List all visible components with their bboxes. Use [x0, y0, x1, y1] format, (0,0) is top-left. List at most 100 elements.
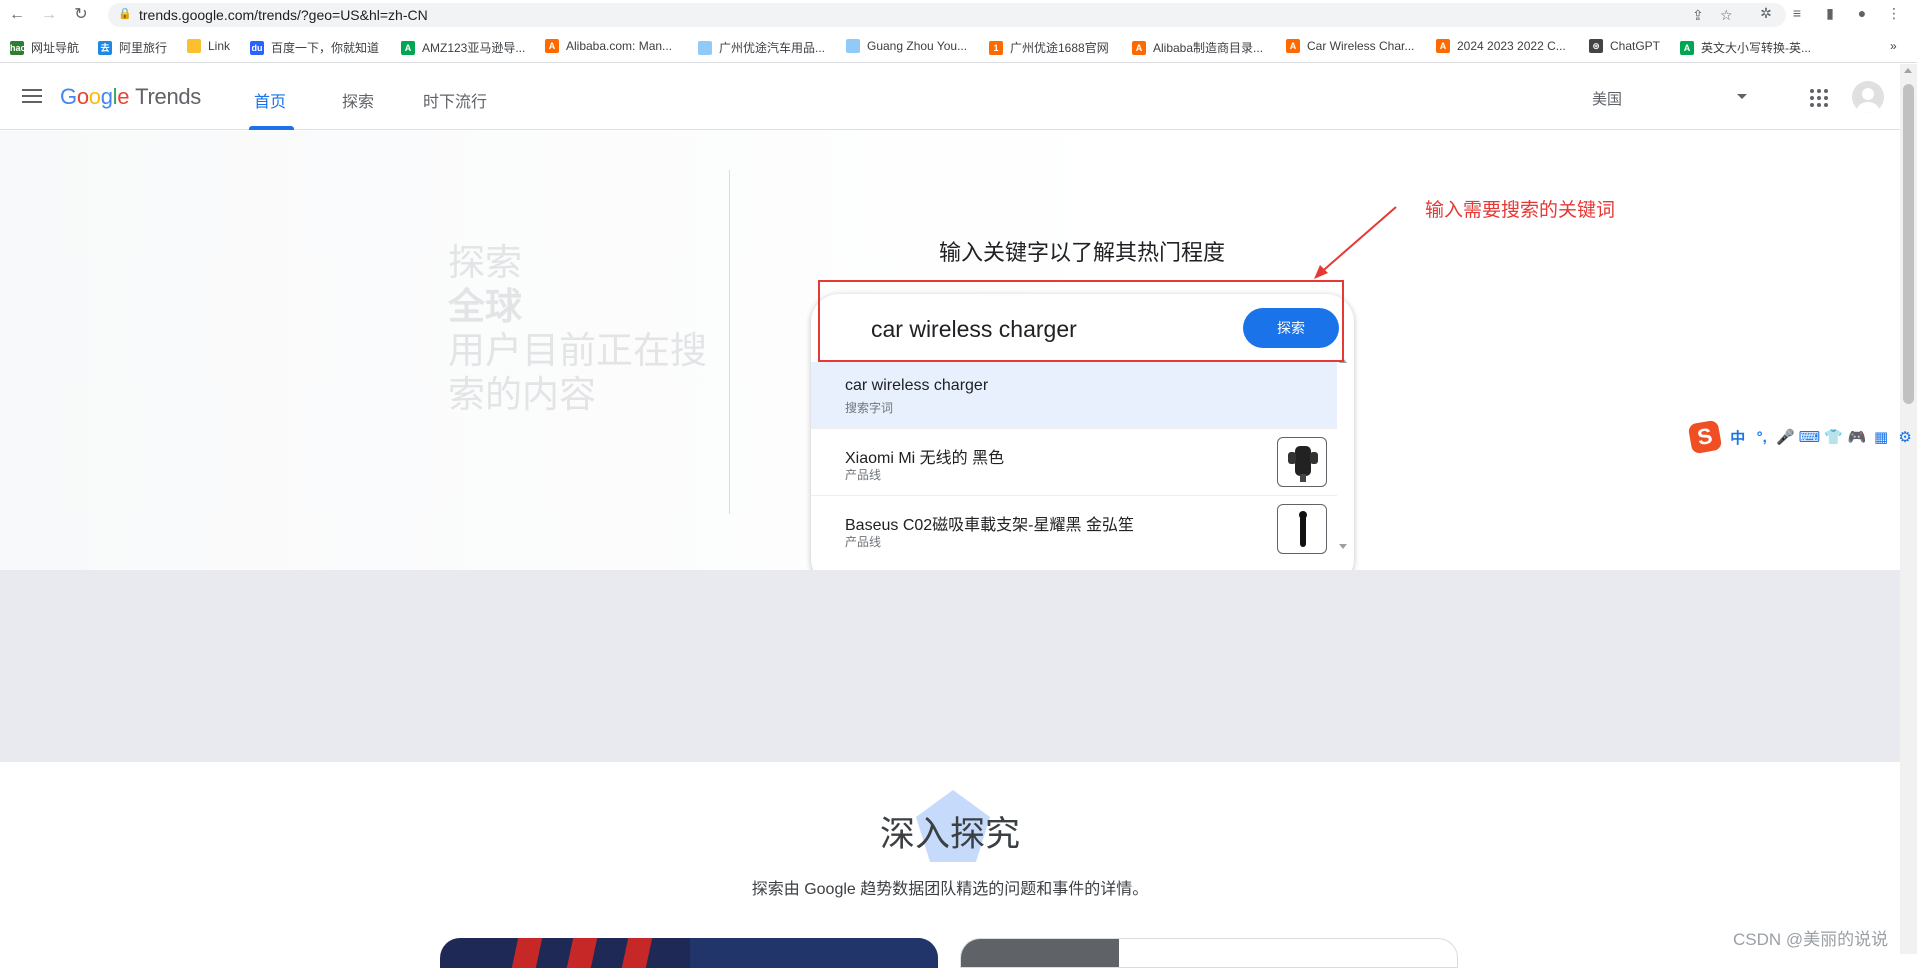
reload-icon[interactable]: ↻	[70, 4, 92, 26]
bookmark-item[interactable]: A Alibaba制造商目录...	[1132, 39, 1263, 56]
deep-dive-subtitle: 探索由 Google 趋势数据团队精选的问题和事件的详情。	[751, 881, 1149, 898]
bookmark-label: 百度一下，你就知道	[271, 41, 380, 55]
bookmark-favicon-icon: A	[1436, 39, 1450, 53]
bookmark-favicon-icon: du	[250, 40, 264, 55]
avatar[interactable]	[1852, 81, 1884, 113]
bookmark-item[interactable]: A AMZ123亚马逊导...	[401, 39, 525, 56]
chevron-down-icon[interactable]	[1737, 94, 1747, 99]
bookmark-favicon-icon: ⊛	[1589, 39, 1603, 53]
star-icon[interactable]: ☆	[1720, 7, 1733, 24]
bookmark-item[interactable]: 去阿里旅行	[98, 39, 167, 56]
bookmark-item[interactable]: 1 广州优途1688官网	[989, 39, 1109, 56]
back-icon[interactable]: ←	[6, 4, 28, 26]
hero-line-explore: 探索	[448, 242, 522, 283]
bookmark-label: 广州优途汽车用品...	[719, 41, 826, 55]
bookmark-label: Alibaba.com: Man...	[566, 39, 673, 53]
ime-tool-icon[interactable]: 中	[1726, 427, 1750, 448]
hero-divider	[729, 170, 730, 514]
ime-tool-icon[interactable]: 👕	[1821, 428, 1845, 446]
bookmark-label: Alibaba制造商目录...	[1153, 41, 1264, 55]
bookmark-favicon-icon	[698, 40, 712, 55]
scrollbar-thumb[interactable]	[1903, 84, 1914, 404]
side-panel-icon[interactable]: ▮	[1820, 5, 1840, 22]
bookmark-item[interactable]: 广州优途汽车用品...	[698, 39, 825, 56]
ime-tool-icon[interactable]: ⚙	[1893, 428, 1917, 446]
bookmark-favicon-icon: A	[1680, 40, 1694, 55]
bookmark-label: 阿里旅行	[119, 41, 168, 55]
suggestion-item[interactable]: Baseus C02磁吸車載支架-星耀黑 金弘笙 产品线	[811, 496, 1337, 562]
apps-grid-icon[interactable]	[1810, 89, 1828, 107]
ime-tool-icon[interactable]: ▦	[1869, 428, 1893, 446]
address-bar[interactable]: 🔒 trends.google.com/trends/?geo=US&hl=zh…	[108, 3, 1786, 27]
explore-band	[0, 570, 1900, 762]
ime-tool-icon[interactable]: 🎤	[1774, 428, 1798, 446]
bookmark-favicon-icon: 去	[98, 40, 112, 55]
google-trends-logo[interactable]: Google Trends	[60, 84, 201, 110]
bookmark-favicon-icon	[846, 39, 860, 53]
bookmarks-overflow-icon[interactable]: »	[1890, 39, 1897, 53]
share-icon[interactable]: ⇪	[1692, 7, 1704, 24]
bookmark-label: Guang Zhou You...	[867, 39, 968, 53]
bookmark-item[interactable]: hao 网址导航	[10, 39, 79, 56]
bookmark-label: 广州优途1688官网	[1010, 41, 1109, 55]
search-prompt: 输入关键字以了解其热门程度	[939, 240, 1226, 265]
bookmark-label: ChatGPT	[1610, 39, 1661, 53]
product-thumbnail	[1277, 504, 1327, 554]
region-select[interactable]: 美国	[1592, 88, 1622, 109]
forward-icon[interactable]: →	[38, 4, 60, 26]
deep-dive-title: 深入探究	[879, 815, 1020, 854]
ime-tool-icon[interactable]: ⌨	[1798, 428, 1822, 446]
annotation-text: 输入需要搜索的关键词	[1425, 200, 1616, 221]
tab-explore[interactable]: 探索	[342, 88, 374, 112]
hero-line-global: 全球	[448, 286, 522, 327]
bookmarks-bar: hao 网址导航 去阿里旅行 Link du 百度一下，你就知道 A AMZ123亚马逊导..…	[0, 31, 1917, 63]
annotation-arrow	[1314, 206, 1397, 279]
media-icon[interactable]: ≡	[1787, 5, 1807, 21]
bookmark-item[interactable]: A 英文大小写转换-英...	[1680, 39, 1811, 56]
bookmark-item[interactable]: Link	[187, 39, 230, 53]
bookmark-label: AMZ123亚马逊导...	[422, 41, 526, 55]
hamburger-menu-icon[interactable]	[22, 89, 42, 103]
story-card[interactable]	[960, 938, 1458, 968]
csdn-watermark: CSDN @美丽的说说	[1733, 930, 1889, 949]
ime-tool-icon[interactable]: 🎮	[1845, 428, 1869, 446]
story-card[interactable]	[440, 938, 938, 968]
url-text[interactable]: trends.google.com/trends/?geo=US&hl=zh-C…	[139, 7, 428, 23]
bookmark-favicon-icon: 1	[989, 40, 1003, 55]
bookmark-label: 2024 2023 2022 C...	[1457, 39, 1566, 53]
ime-toolbar: S 中 °, 🎤 ⌨ 👕 🎮 ▦ ⚙	[1687, 419, 1917, 455]
active-tab-indicator	[249, 126, 294, 130]
bookmark-favicon-icon: A	[1132, 40, 1146, 55]
menu-icon[interactable]: ⋮	[1884, 5, 1904, 22]
sogou-logo-icon[interactable]: S	[1687, 419, 1723, 455]
trends-header: Google Trends 首页 探索 时下流行 美国	[0, 64, 1900, 130]
bookmark-item[interactable]: A 2024 2023 2022 C...	[1436, 39, 1566, 53]
profile-icon[interactable]: ●	[1852, 5, 1872, 21]
bookmark-favicon-icon	[187, 39, 201, 53]
ime-tool-icon[interactable]: °,	[1750, 429, 1774, 446]
bookmark-favicon-icon: A	[1286, 39, 1300, 53]
bookmark-favicon-icon: hao	[10, 40, 27, 55]
annotation-box	[818, 280, 1344, 362]
bookmark-item[interactable]: A Car Wireless Char...	[1286, 39, 1414, 53]
bookmark-label: 网址导航	[31, 41, 80, 55]
hero-line-searching: 用户目前正在搜索的内容	[448, 330, 707, 415]
bookmark-item[interactable]: ⊛ ChatGPT	[1589, 39, 1660, 53]
bookmark-label: Link	[208, 39, 231, 53]
bookmark-item[interactable]: Guang Zhou You...	[846, 39, 967, 53]
bookmark-label: Car Wireless Char...	[1307, 39, 1415, 53]
bookmark-label: 英文大小写转换-英...	[1701, 41, 1811, 55]
bookmark-favicon-icon: A	[545, 39, 559, 53]
product-thumbnail	[1277, 437, 1327, 487]
lock-icon: 🔒	[118, 8, 132, 20]
tab-home[interactable]: 首页	[254, 88, 286, 112]
bookmark-item[interactable]: du 百度一下，你就知道	[250, 39, 379, 56]
tab-trending[interactable]: 时下流行	[423, 88, 487, 112]
suggestions-scrollbar[interactable]	[1338, 358, 1348, 558]
bookmark-favicon-icon: A	[401, 40, 415, 55]
suggestion-item[interactable]: Xiaomi Mi 无线的 黑色 产品线	[811, 429, 1337, 495]
page-scrollbar[interactable]	[1900, 64, 1917, 954]
bookmark-item[interactable]: A Alibaba.com: Man...	[545, 39, 672, 53]
extensions-icon[interactable]: ✲	[1756, 5, 1776, 22]
suggestion-item[interactable]: car wireless charger 搜索字词	[811, 362, 1337, 428]
